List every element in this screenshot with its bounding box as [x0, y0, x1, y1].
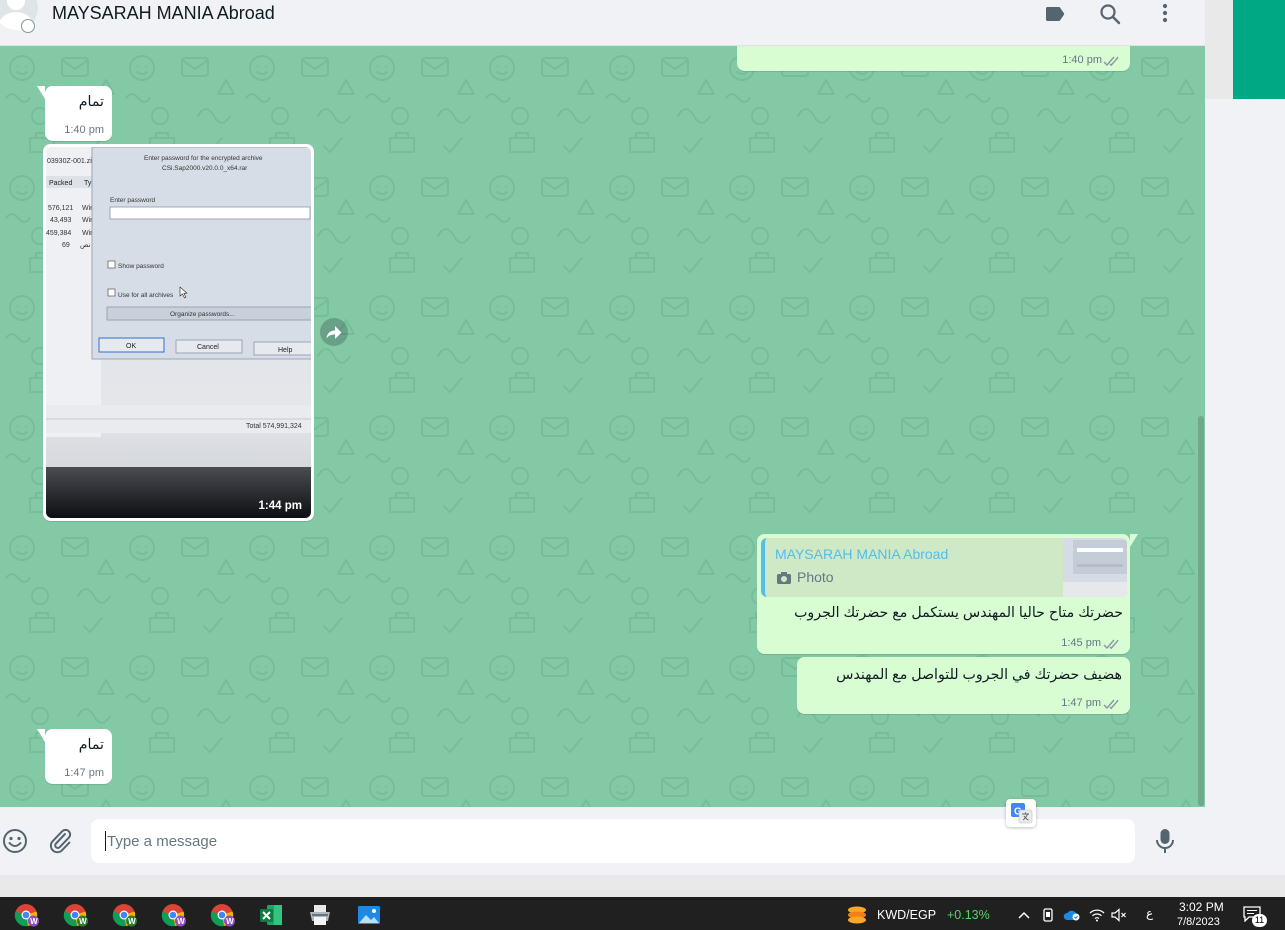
photo-row-3: 459,384: [46, 230, 71, 237]
photos-icon[interactable]: [356, 902, 382, 928]
double-check-icon: [1103, 699, 1119, 710]
whatsapp-window: MAYSARAH MANIA Abroad 1:40 pm تمام 1:40 …: [0, 0, 1205, 875]
photo-help: Help: [278, 347, 293, 354]
photo-ok: OK: [126, 343, 136, 350]
avatar-head: [7, 0, 25, 10]
input-language[interactable]: ع: [1146, 906, 1153, 920]
side-panel-accent: [1233, 0, 1285, 99]
photo-file-name: 03930Z-001.zip: [47, 158, 96, 165]
double-check-icon: [1103, 56, 1119, 67]
photo-show-password: Show password: [118, 263, 164, 270]
bubble-tail: [37, 729, 45, 742]
photo-dialog-title: Enter password for the encrypted archive: [144, 155, 263, 162]
svg-text:W: W: [79, 917, 87, 926]
message-bubble-outgoing-reply[interactable]: MAYSARAH MANIA Abroad Photo حضرتك متاح ح…: [757, 534, 1138, 654]
image-time: 1:44 pm: [258, 500, 302, 512]
photo-enter-password: Enter password: [110, 197, 156, 204]
photo[interactable]: 03930Z-001.zip Packed Typ 576,121 Win 43…: [46, 147, 311, 518]
message-bubble-outgoing[interactable]: هضيف حضرتك في الجروب للتواصل مع المهندس …: [797, 657, 1130, 714]
message-bubble-incoming[interactable]: تمام 1:47 pm: [37, 729, 112, 784]
menu-icon[interactable]: [1153, 2, 1177, 26]
emoji-icon[interactable]: [2, 828, 28, 854]
avatar-status-icon: [21, 19, 35, 33]
photo-row-type-4: نص: [80, 242, 91, 249]
chat-scrollbar[interactable]: [1198, 416, 1204, 806]
quote-thumbnail: [1063, 538, 1127, 597]
chrome-w-icon[interactable]: W: [112, 902, 138, 928]
message-text: حضرتك متاح حاليا المهندس يستكمل مع حضرتك…: [794, 605, 1123, 621]
device-icon[interactable]: [1041, 908, 1055, 922]
message-bubble-incoming[interactable]: تمام 1:40 pm: [37, 86, 112, 141]
camera-icon: [777, 572, 791, 584]
photo-cancel: Cancel: [197, 344, 219, 351]
double-check-icon: [1103, 639, 1119, 650]
volume-muted-icon[interactable]: [1111, 908, 1127, 922]
image-message[interactable]: 03930Z-001.zip Packed Typ 576,121 Win 43…: [43, 144, 314, 521]
chrome-w-icon[interactable]: W: [63, 902, 89, 928]
bubble-tail: [1130, 534, 1138, 547]
currency-ticker-icon[interactable]: [844, 902, 870, 928]
chat-title[interactable]: MAYSARAH MANIA Abroad: [52, 3, 275, 24]
photo-row-4: 69: [62, 242, 70, 249]
wifi-icon[interactable]: [1089, 908, 1105, 922]
message-time: 1:47 pm: [1061, 697, 1101, 709]
photo-dialog-file: CSi.Sap2000.v20.0.0_x64.rar: [162, 165, 248, 172]
paperclip-icon[interactable]: [48, 828, 72, 854]
forward-icon[interactable]: [320, 318, 348, 346]
currency-ticker-change: +0.13%: [947, 908, 990, 922]
windows-taskbar: W W W W W KWD/EGP +0.13% ع 3:02 PM 7/8/2…: [0, 897, 1285, 930]
photo-total: Total 574,991,324: [246, 423, 302, 430]
message-text: هضيف حضرتك في الجروب للتواصل مع المهندس: [836, 667, 1122, 683]
clock-date[interactable]: 7/8/2023: [1177, 916, 1220, 928]
message-time: 1:40 pm: [1062, 54, 1102, 66]
photo-col-packed: Packed: [49, 180, 72, 187]
svg-text:W: W: [226, 917, 234, 926]
search-icon[interactable]: [1098, 2, 1122, 26]
message-time: 1:40 pm: [64, 124, 104, 136]
message-text: تمام: [78, 737, 104, 753]
message-time: 1:45 pm: [1061, 637, 1101, 649]
chrome-w-icon[interactable]: W: [210, 902, 236, 928]
google-translate-icon[interactable]: G: [1006, 799, 1036, 827]
svg-text:W: W: [177, 917, 185, 926]
excel-icon[interactable]: [258, 902, 284, 928]
microphone-icon[interactable]: [1152, 827, 1178, 855]
chat-messages-area[interactable]: 1:40 pm تمام 1:40 pm 03930Z-001.zip Pack…: [0, 46, 1205, 807]
photo-row-2: 43,493: [50, 217, 72, 224]
message-text: تمام: [78, 94, 104, 110]
message-input[interactable]: [91, 819, 1135, 863]
bubble-tail: [37, 86, 45, 99]
photo-row-1: 576,121: [48, 205, 73, 212]
chrome-w-icon[interactable]: W: [161, 902, 187, 928]
onedrive-icon[interactable]: [1063, 908, 1081, 922]
svg-text:W: W: [30, 917, 38, 926]
chrome-w-icon[interactable]: W: [14, 902, 40, 928]
message-time: 1:47 pm: [64, 767, 104, 779]
photo-use-all: Use for all archives: [118, 292, 174, 299]
quoted-message[interactable]: MAYSARAH MANIA Abroad Photo: [761, 538, 1127, 597]
label-icon[interactable]: [1043, 2, 1067, 26]
side-panel-background: [1205, 99, 1285, 875]
chat-header[interactable]: MAYSARAH MANIA Abroad: [0, 0, 1205, 46]
chevron-up-icon[interactable]: [1017, 908, 1031, 922]
printer-icon[interactable]: [307, 902, 333, 928]
clock-time[interactable]: 3:02 PM: [1179, 900, 1224, 914]
text-caret: [105, 831, 106, 851]
svg-text:W: W: [128, 917, 136, 926]
currency-ticker-label[interactable]: KWD/EGP: [877, 908, 936, 922]
notification-count-badge: 11: [1252, 914, 1267, 927]
message-bubble-outgoing[interactable]: 1:40 pm: [737, 46, 1130, 71]
photo-organize: Organize passwords...: [170, 311, 235, 318]
quote-sender: MAYSARAH MANIA Abroad: [775, 546, 949, 562]
quote-type: Photo: [797, 569, 834, 585]
photo-content: 03930Z-001.zip Packed Typ 576,121 Win 43…: [46, 147, 311, 518]
